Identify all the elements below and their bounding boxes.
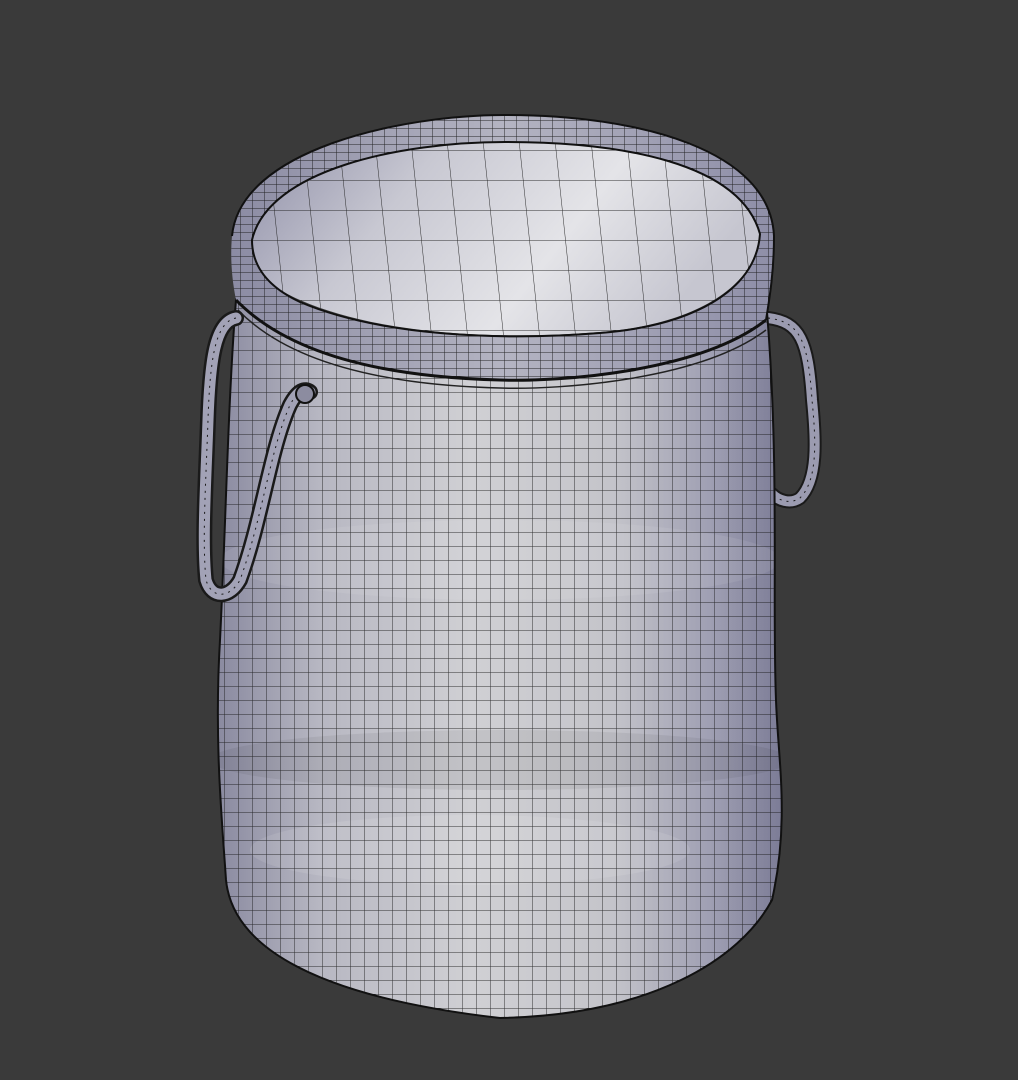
grommet: [295, 384, 315, 404]
basket-render: [196, 113, 822, 1019]
3d-viewport[interactable]: [0, 0, 1018, 1080]
